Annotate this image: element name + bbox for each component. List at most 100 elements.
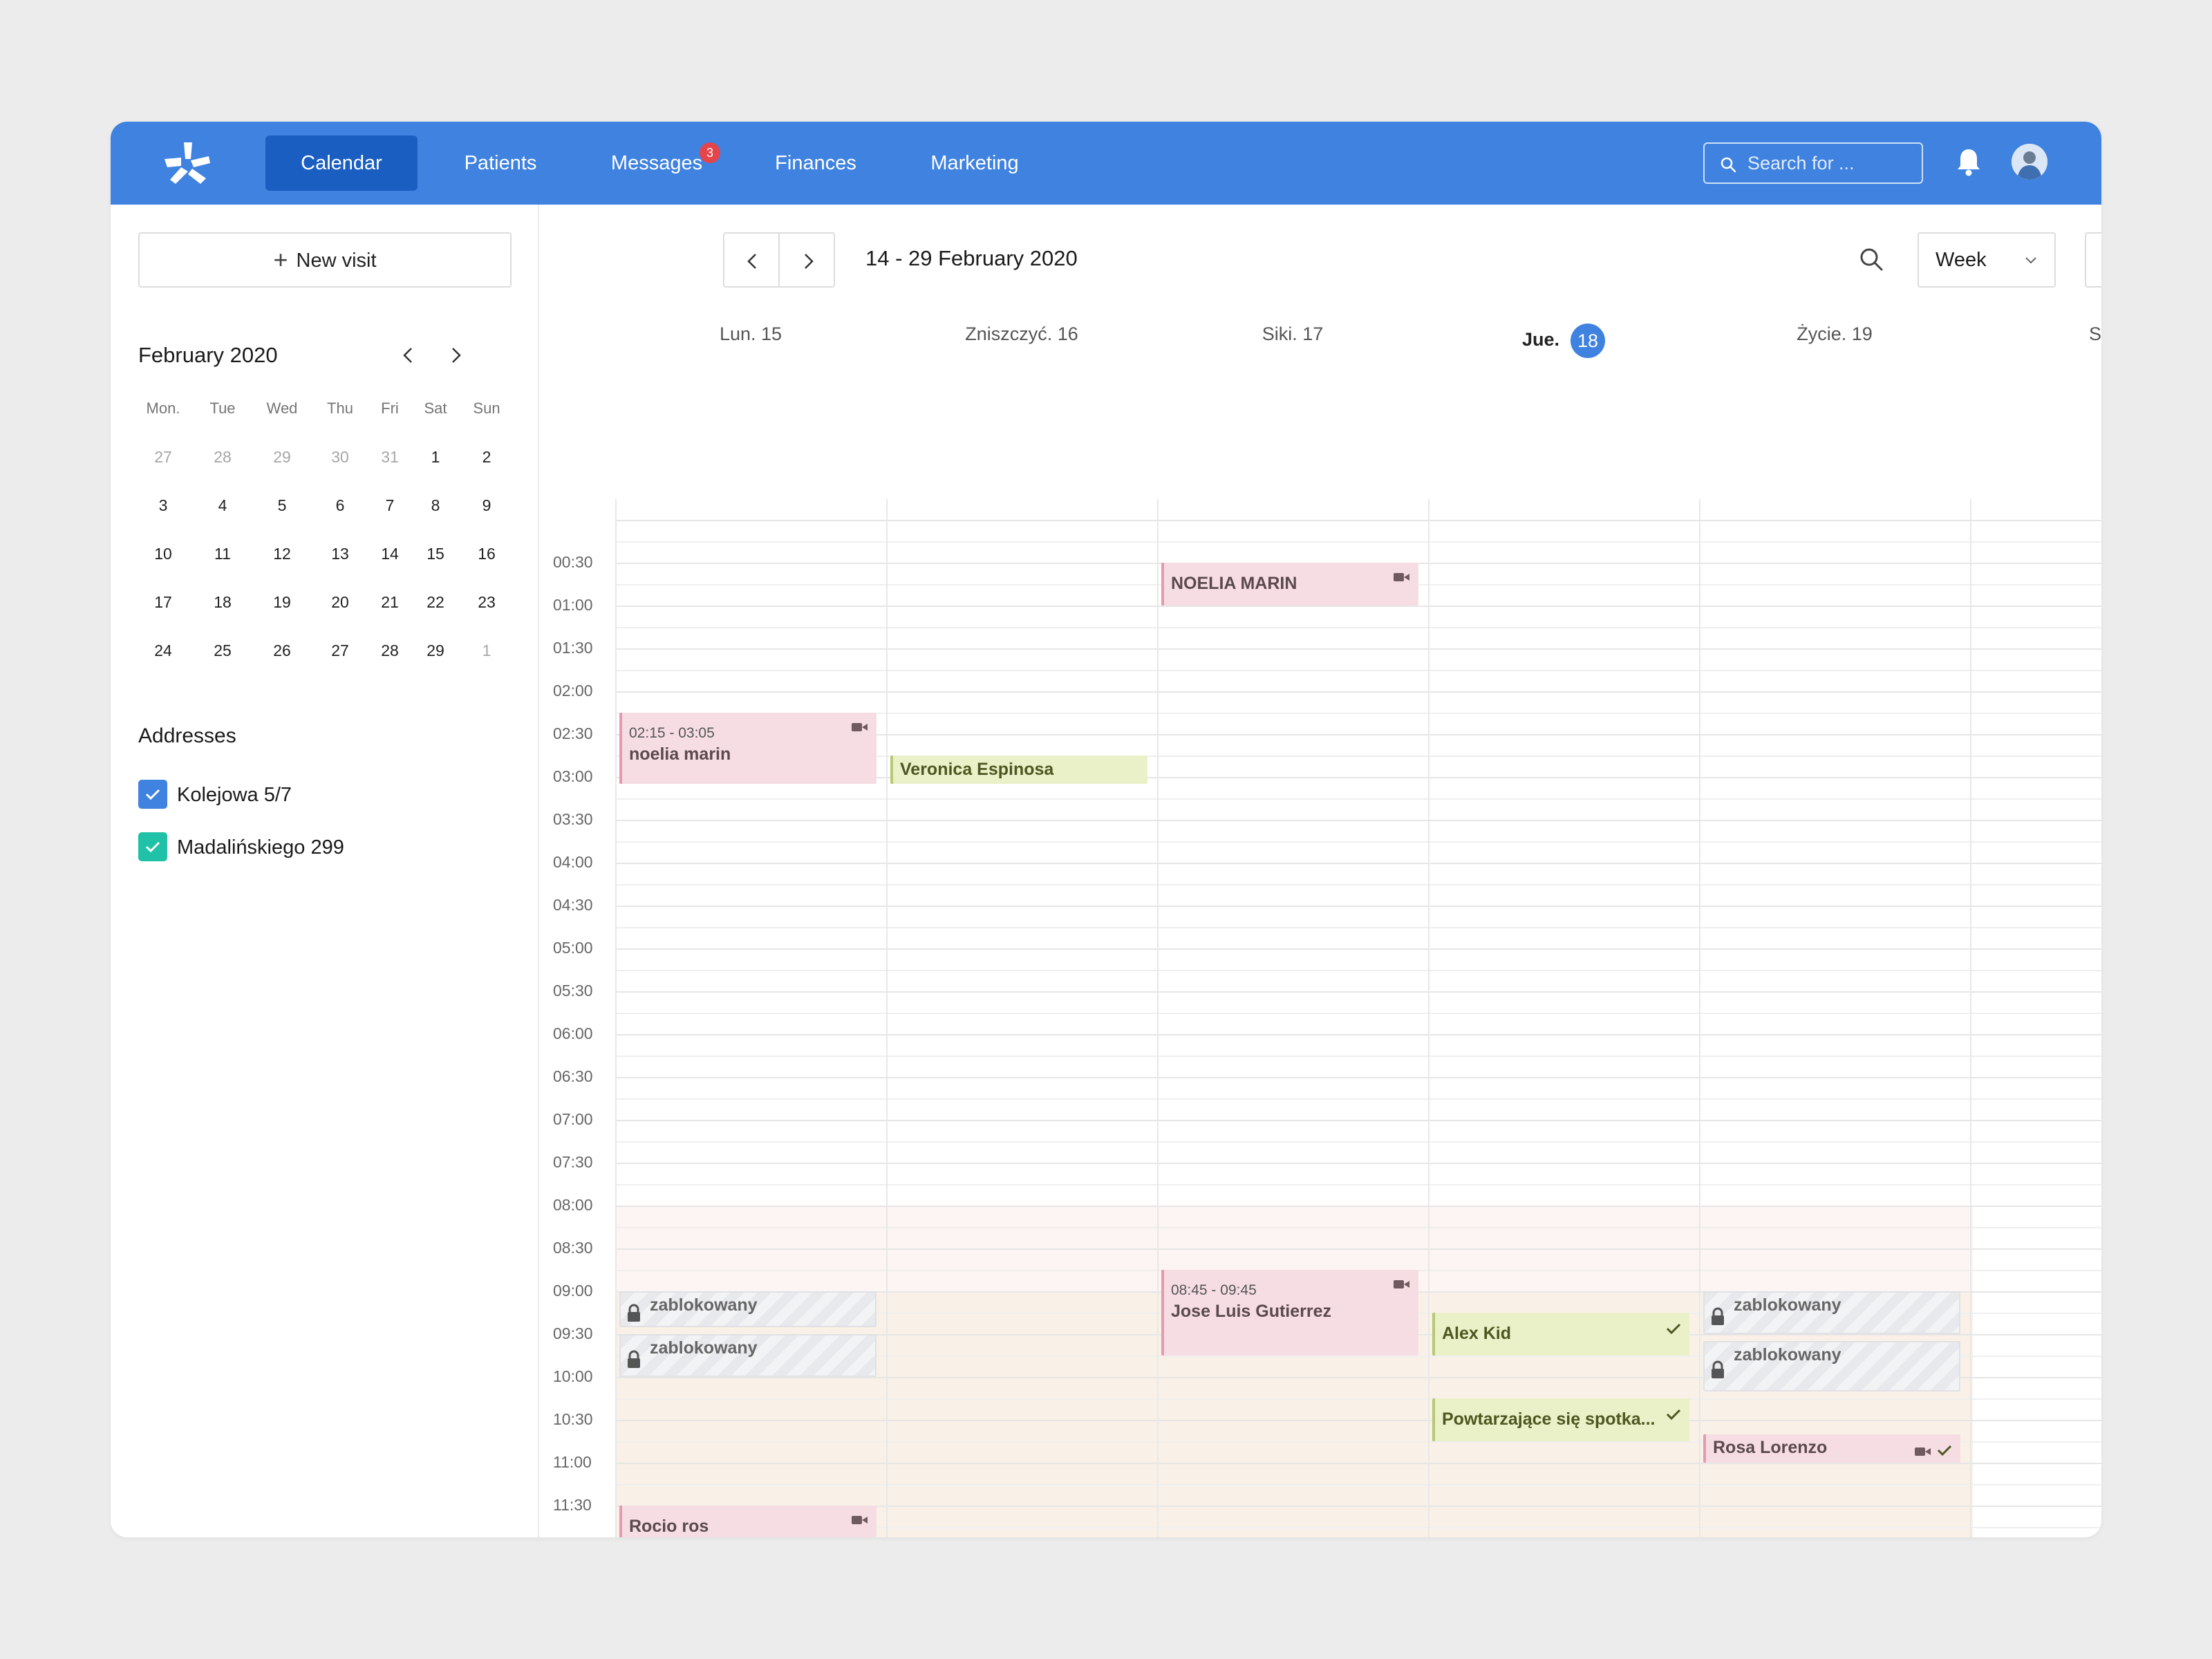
mini-calendar-day[interactable]: 26 bbox=[261, 641, 303, 660]
weekday-label: Thu bbox=[327, 400, 353, 417]
event-pink[interactable]: Rocio ros bbox=[619, 1506, 877, 1537]
mini-calendar-day[interactable]: 7 bbox=[369, 496, 411, 515]
mini-calendar-day[interactable]: 11 bbox=[202, 545, 243, 563]
mini-calendar-day[interactable]: 1 bbox=[415, 448, 456, 467]
mini-calendar-day[interactable]: 13 bbox=[319, 545, 361, 563]
day-header[interactable]: Siki. 17 bbox=[1157, 324, 1428, 345]
tab-calendar[interactable]: Calendar bbox=[265, 135, 418, 191]
grid-line bbox=[615, 691, 2101, 693]
tab-finances[interactable]: Finances bbox=[747, 135, 885, 191]
grid-line bbox=[615, 1098, 2101, 1100]
mini-calendar-day[interactable]: 21 bbox=[369, 593, 411, 612]
check-icon bbox=[1665, 1323, 1683, 1339]
day-header-label: Jue. bbox=[1521, 329, 1560, 350]
search-input[interactable]: Search for ... bbox=[1703, 142, 1923, 184]
column-divider bbox=[1970, 499, 1971, 1537]
mini-calendar-day[interactable]: 20 bbox=[319, 593, 361, 612]
weekday-label: Sun bbox=[473, 400, 500, 417]
day-header[interactable]: Zniszczyć. 16 bbox=[886, 324, 1157, 345]
mini-calendar-day[interactable]: 3 bbox=[142, 496, 184, 515]
event-blocked[interactable]: zablokowany bbox=[619, 1334, 877, 1377]
day-header[interactable]: Życie. 19 bbox=[1699, 324, 1970, 345]
grid-line bbox=[615, 1463, 2101, 1464]
mini-calendar-day[interactable]: 4 bbox=[202, 496, 243, 515]
mini-calendar-day[interactable]: 27 bbox=[319, 641, 361, 660]
prev-week-button[interactable] bbox=[723, 232, 780, 288]
event-pink[interactable]: NOELIA MARIN bbox=[1161, 563, 1418, 606]
checkbox-checked-icon[interactable] bbox=[138, 780, 167, 809]
mini-calendar-day[interactable]: 16 bbox=[466, 545, 507, 563]
avatar[interactable] bbox=[2012, 144, 2047, 180]
event-green[interactable]: Powtarzające się spotka... bbox=[1432, 1398, 1689, 1441]
mini-calendar-day[interactable]: 6 bbox=[319, 496, 361, 515]
logo-icon[interactable] bbox=[160, 138, 216, 188]
more-options-button[interactable]: ··· bbox=[2085, 232, 2101, 288]
event-name: Alex Kid bbox=[1442, 1324, 1512, 1343]
mini-calendar-day[interactable]: 31 bbox=[369, 448, 411, 467]
day-header[interactable]: Jue. 18 bbox=[1428, 324, 1699, 358]
mini-calendar-day[interactable]: 5 bbox=[261, 496, 303, 515]
lock-icon bbox=[1710, 1307, 1725, 1330]
lock-icon bbox=[1710, 1360, 1725, 1383]
bell-icon[interactable] bbox=[1955, 147, 1983, 180]
column-divider bbox=[1157, 499, 1159, 1537]
mini-calendar-day[interactable]: 28 bbox=[369, 641, 411, 660]
mini-calendar-next-icon[interactable] bbox=[448, 343, 465, 372]
event-pink[interactable]: 02:15 - 03:05 noelia marin bbox=[619, 713, 877, 785]
mini-calendar-day[interactable]: 2 bbox=[466, 448, 507, 467]
next-week-button[interactable] bbox=[778, 232, 835, 288]
mini-calendar-day[interactable]: 19 bbox=[261, 593, 303, 612]
search-placeholder: Search for ... bbox=[1747, 153, 1855, 174]
search-icon[interactable] bbox=[1857, 245, 1887, 279]
weekday-label: Tue bbox=[209, 400, 236, 417]
mini-calendar-day[interactable]: 8 bbox=[415, 496, 456, 515]
event-icons bbox=[1389, 1278, 1412, 1294]
mini-calendar-day[interactable]: 9 bbox=[466, 496, 507, 515]
event-green[interactable]: Veronica Espinosa bbox=[890, 756, 1147, 785]
day-header[interactable]: Sob bbox=[1970, 324, 2101, 345]
mini-calendar-day[interactable]: 28 bbox=[202, 448, 243, 467]
grid-line bbox=[615, 991, 2101, 993]
grid-line bbox=[615, 863, 2101, 864]
event-name: Rocio ros bbox=[629, 1517, 709, 1536]
event-blocked[interactable]: zablokowany bbox=[619, 1291, 877, 1327]
event-pink[interactable]: Rosa Lorenzo bbox=[1703, 1434, 1960, 1463]
mini-calendar-day[interactable]: 10 bbox=[142, 545, 184, 563]
view-select-value: Week bbox=[1936, 249, 1987, 271]
mini-calendar-day[interactable]: 18 bbox=[202, 593, 243, 612]
day-header[interactable]: Lun. 15 bbox=[615, 324, 886, 345]
view-select[interactable]: Week bbox=[1918, 232, 2056, 288]
event-green[interactable]: Alex Kid bbox=[1432, 1313, 1689, 1356]
messages-badge: 3 bbox=[700, 142, 720, 163]
mini-calendar-day[interactable]: 22 bbox=[415, 593, 456, 612]
mini-calendar-day[interactable]: 17 bbox=[142, 593, 184, 612]
event-name: Powtarzające się spotka... bbox=[1442, 1409, 1656, 1429]
mini-calendar-day[interactable]: 29 bbox=[415, 641, 456, 660]
mini-calendar-day[interactable]: 15 bbox=[415, 545, 456, 563]
tab-patients[interactable]: Patients bbox=[431, 135, 570, 191]
weekday-label: Fri bbox=[381, 400, 399, 417]
day-header-label: Zniszczyć. 16 bbox=[965, 324, 1078, 344]
event-blocked[interactable]: zablokowany bbox=[1703, 1341, 1960, 1391]
new-visit-button[interactable]: + New visit bbox=[138, 232, 512, 288]
event-name: zablokowany bbox=[650, 1295, 758, 1315]
mini-calendar-day[interactable]: 23 bbox=[466, 593, 507, 612]
mini-calendar-day[interactable]: 1 bbox=[466, 641, 507, 660]
mini-calendar-day[interactable]: 27 bbox=[142, 448, 184, 467]
mini-calendar-day[interactable]: 25 bbox=[202, 641, 243, 660]
event-name: zablokowany bbox=[1734, 1345, 1841, 1365]
checkbox-checked-icon[interactable] bbox=[138, 832, 167, 861]
time-label: 05:00 bbox=[553, 939, 593, 957]
mini-calendar-day[interactable]: 14 bbox=[369, 545, 411, 563]
tab-marketing[interactable]: Marketing bbox=[906, 135, 1044, 191]
mini-calendar-day[interactable]: 29 bbox=[261, 448, 303, 467]
mini-calendar-prev-icon[interactable] bbox=[400, 343, 416, 372]
video-icon bbox=[850, 723, 870, 736]
mini-calendar-day[interactable]: 12 bbox=[261, 545, 303, 563]
mini-calendar-day[interactable]: 24 bbox=[142, 641, 184, 660]
mini-calendar-day[interactable]: 30 bbox=[319, 448, 361, 467]
event-pink[interactable]: 08:45 - 09:45 Jose Luis Gutierrez bbox=[1161, 1270, 1418, 1356]
video-icon bbox=[850, 1516, 870, 1529]
event-blocked[interactable]: zablokowany bbox=[1703, 1291, 1960, 1334]
chevron-right-icon bbox=[805, 254, 814, 269]
